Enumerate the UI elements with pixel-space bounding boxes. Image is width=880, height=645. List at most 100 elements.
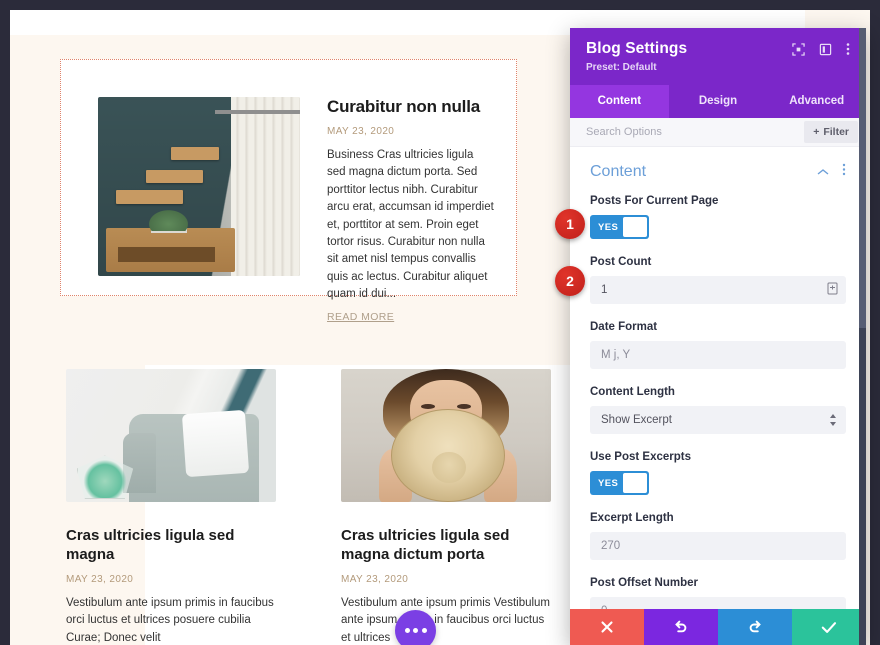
decor-tv-stand-slot [118,247,216,262]
field-label: Post Count [590,256,652,269]
post-card-title: Cras ultricies ligula sed magna [66,527,235,563]
date-format-placeholder: M j, Y [601,349,631,362]
post-offset-number-input[interactable]: 0 [590,597,846,609]
filter-button[interactable]: + Filter [804,121,858,144]
filter-button-label: Filter [823,126,849,139]
tab-content[interactable]: Content [570,85,669,118]
chevron-up-icon[interactable] [817,163,829,181]
date-format-input[interactable]: M j, Y [590,341,846,370]
featured-post-thumbnail [98,97,300,276]
search-input[interactable]: Search Options [586,126,662,138]
field-content-length: Content Length Show Excerpt [590,386,846,435]
preset-selector[interactable]: Preset: Default [586,62,687,85]
undo-arrow-icon [675,620,687,633]
decor-shelf [116,190,183,204]
modal-scrollbar-thumb[interactable] [859,28,866,328]
posts-for-current-page-toggle[interactable]: YES [590,215,649,240]
decor-eye [456,403,472,409]
decor-hat [391,408,505,502]
toggle-value: YES [598,477,619,489]
cancel-button[interactable] [570,609,644,645]
post-count-value: 1 [601,284,608,297]
post-offset-placeholder: 0 [601,605,607,609]
featured-post-module[interactable]: Curabitur non nulla MAY 23, 2020 Busines… [60,59,517,323]
decor-shelf [170,147,220,160]
more-vertical-icon[interactable] [842,163,846,181]
plus-icon: + [813,126,820,139]
content-length-select[interactable]: Show Excerpt [590,406,846,435]
field-label: Date Format [590,321,658,334]
decor-hat-crown [432,451,466,483]
content-section-header: Content [590,163,846,181]
three-dots-icon [413,628,418,633]
modal-body: Content Posts For Current Page YES Post … [570,147,866,609]
save-button[interactable] [792,609,866,645]
post-card-excerpt: Vestibulum ante ipsum primis in faucibus… [66,597,274,644]
post-grid: Cras ultricies ligula sed magna MAY 23, … [66,369,566,645]
read-more-link[interactable]: READ MORE [327,311,394,323]
settings-scroll-area: Content Posts For Current Page YES Post … [570,147,866,609]
modal-scrollbar-track[interactable] [859,28,866,645]
modal-header: Blog Settings Preset: Default [570,28,866,85]
decor-eye [420,403,436,409]
post-thumbnail [341,369,551,502]
field-label: Posts For Current Page [590,195,719,208]
post-thumbnail [66,369,276,502]
decor-curtain-rod [215,109,300,114]
field-label: Excerpt Length [590,512,674,525]
three-dots-icon [404,628,410,633]
tab-design[interactable]: Design [669,85,768,118]
redo-button[interactable] [718,609,792,645]
three-dots-icon [421,628,427,633]
x-icon [601,621,613,633]
excerpt-length-placeholder: 270 [601,540,621,553]
toggle-knob [623,473,647,494]
layout-panel-icon[interactable] [819,43,832,56]
featured-post-body: Curabitur non nulla MAY 23, 2020 Busines… [327,97,495,325]
post-count-input[interactable]: 1 [590,276,846,305]
field-label: Post Offset Number [590,577,698,590]
step-badge-2: 2 [555,266,585,296]
blog-settings-modal: Blog Settings Preset: Default Content De… [570,28,866,645]
toggle-value: YES [598,221,619,233]
check-icon [821,621,837,633]
field-label: Content Length [590,386,675,399]
tab-advanced[interactable]: Advanced [767,85,866,118]
screen: Curabitur non nulla MAY 23, 2020 Busines… [0,0,880,645]
decor-shelf [146,170,204,183]
excerpt-length-input[interactable]: 270 [590,532,846,561]
floating-options-button[interactable] [395,610,436,645]
redo-arrow-icon [749,620,761,633]
undo-button[interactable] [644,609,718,645]
content-length-value: Show Excerpt [601,414,672,427]
featured-post-title: Curabitur non nulla [327,97,480,116]
decor-curtain [231,97,300,276]
field-label: Use Post Excerpts [590,451,691,464]
search-options-bar: Search Options + Filter [570,118,866,148]
focus-target-icon[interactable] [792,42,805,56]
field-post-count: Post Count 1 [590,256,846,305]
modal-tabs: Content Design Advanced [570,85,866,118]
post-card[interactable]: Cras ultricies ligula sed magna MAY 23, … [66,369,276,645]
field-posts-for-current-page: Posts For Current Page YES [590,195,846,240]
use-post-excerpts-toggle[interactable]: YES [590,471,649,496]
post-card-date: MAY 23, 2020 [341,574,409,585]
decor-pillow [181,409,249,477]
featured-post-excerpt: Business Cras ultricies ligula sed magna… [327,149,494,301]
modal-footer [570,609,866,645]
post-card-title: Cras ultricies ligula sed magna dictum p… [341,527,510,563]
post-card-excerpt: Vestibulum ante ipsum primis Vestibulum … [341,597,551,644]
post-card[interactable]: Cras ultricies ligula sed magna dictum p… [341,369,551,645]
toggle-knob [623,217,647,238]
modal-title: Blog Settings [586,40,688,57]
number-stepper-icon[interactable] [827,282,838,298]
field-post-offset-number: Post Offset Number 0 [590,577,846,609]
more-vertical-icon[interactable] [846,42,850,56]
step-badge-1: 1 [555,209,585,239]
field-use-post-excerpts: Use Post Excerpts YES [590,451,846,496]
field-excerpt-length: Excerpt Length 270 [590,512,846,561]
featured-post-date: MAY 23, 2020 [327,126,395,137]
post-card-date: MAY 23, 2020 [66,574,134,585]
chevron-updown-icon [829,413,837,427]
field-date-format: Date Format M j, Y [590,321,846,370]
